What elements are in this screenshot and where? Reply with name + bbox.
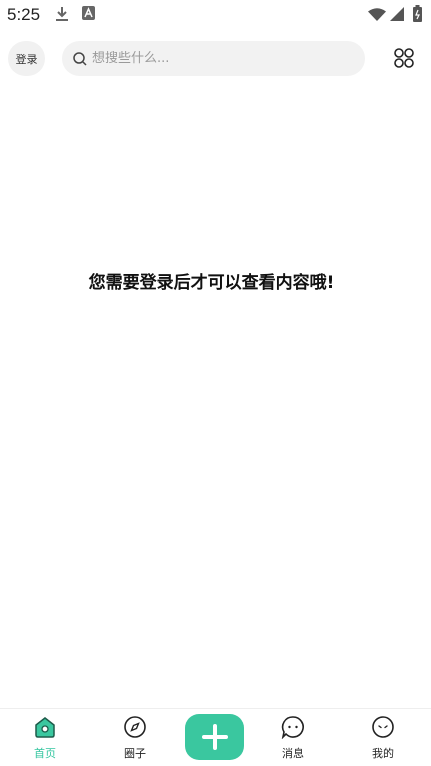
signal-icon xyxy=(390,7,404,21)
apps-grid-icon[interactable] xyxy=(392,46,416,70)
login-label: 登录 xyxy=(15,52,38,66)
create-post-button[interactable] xyxy=(185,714,244,760)
search-bar[interactable] xyxy=(62,41,365,76)
home-icon xyxy=(35,717,55,738)
nav-label-circle: 圈子 xyxy=(124,747,146,760)
bottom-nav: 首页 圈子 消息 我的 xyxy=(0,708,431,766)
nav-item-profile[interactable]: 我的 xyxy=(353,715,413,765)
profile-icon xyxy=(372,716,394,738)
battery-icon xyxy=(413,5,422,22)
app-screen: 5:25 登录 想搜些什么... 您需要登录后才可以查看内容哦! 首页 圈子 消… xyxy=(0,0,431,766)
nav-item-messages[interactable]: 消息 xyxy=(263,715,323,765)
login-required-message: 您需要登录后才可以查看内容哦! xyxy=(88,273,335,293)
download-icon xyxy=(56,7,68,21)
nav-label-profile: 我的 xyxy=(372,747,394,760)
status-time: 5:25 xyxy=(7,5,41,24)
wifi-icon xyxy=(368,8,386,21)
nav-item-home[interactable]: 首页 xyxy=(15,715,75,765)
search-input[interactable] xyxy=(92,51,352,66)
message-icon xyxy=(281,716,304,739)
a-icon xyxy=(82,6,95,20)
compass-icon xyxy=(124,716,146,738)
login-button[interactable]: 登录 xyxy=(8,41,45,76)
nav-item-circle[interactable]: 圈子 xyxy=(105,715,165,765)
plus-icon xyxy=(201,724,228,750)
status-bar: 5:25 xyxy=(0,0,431,30)
search-icon xyxy=(73,51,87,66)
nav-label-home: 首页 xyxy=(34,747,56,760)
nav-label-messages: 消息 xyxy=(282,747,304,760)
